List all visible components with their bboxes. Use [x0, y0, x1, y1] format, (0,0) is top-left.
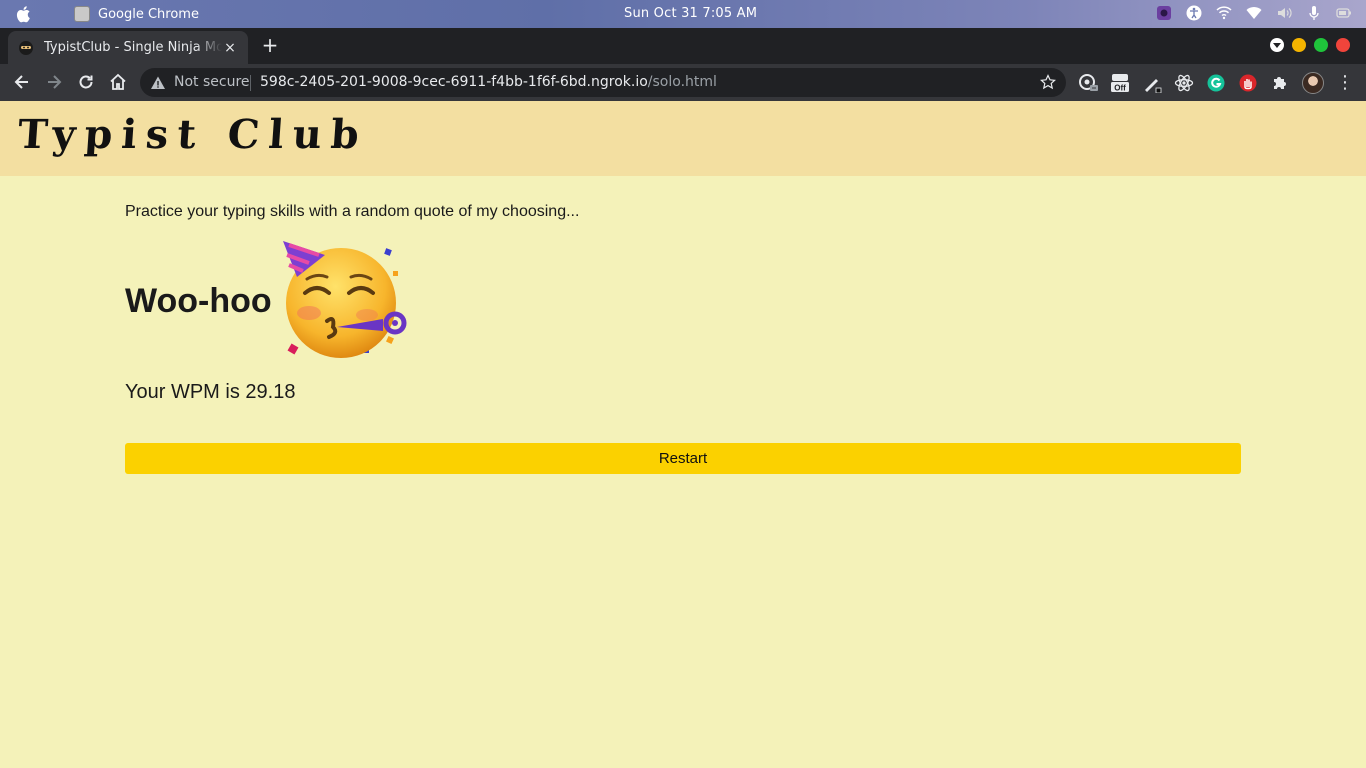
close-window-button[interactable] [1336, 38, 1350, 52]
pen-extension-icon[interactable] [1142, 73, 1162, 93]
result-heading-row: Woo-hoo [125, 241, 407, 361]
wifi-icon[interactable] [1246, 5, 1262, 21]
svg-text:Off: Off [1114, 84, 1126, 93]
blocker-hand-icon[interactable] [1238, 73, 1258, 93]
os-clock[interactable]: Sun Oct 31 7:05 AM [624, 6, 757, 21]
chrome-app-icon [74, 6, 90, 22]
grammarly-icon[interactable] [1206, 73, 1226, 93]
restart-button[interactable]: Restart [125, 443, 1241, 474]
profile-avatar[interactable] [1302, 72, 1324, 94]
ninja-favicon-icon [19, 40, 33, 55]
url-text[interactable]: 598c-2405-201-9008-9cec-6911-f4bb-1f6f-6… [260, 74, 717, 90]
os-active-app[interactable]: Google Chrome [74, 6, 199, 22]
screen-recorder-icon[interactable] [1156, 5, 1172, 21]
url-path: /solo.html [647, 74, 717, 90]
browser-toolbar: Not secure 598c-2405-201-9008-9cec-6911-… [0, 64, 1366, 101]
extensions-bar: Off ⋮ [1078, 72, 1354, 94]
extensions-puzzle-icon[interactable] [1270, 73, 1290, 93]
back-arrow-icon[interactable] [12, 72, 32, 92]
off-toggle-extension-icon[interactable]: Off [1110, 73, 1130, 93]
microphone-icon[interactable] [1306, 5, 1322, 21]
window-controls [1270, 38, 1350, 52]
tab-strip: TypistClub - Single Ninja Mode × + [0, 28, 1366, 64]
result-heading: Woo-hoo [125, 281, 272, 320]
minimize-button[interactable] [1292, 38, 1306, 52]
os-top-bar: Google Chrome Sun Oct 31 7:05 AM [0, 0, 1366, 28]
forward-arrow-icon[interactable] [44, 72, 64, 92]
chrome-menu-icon[interactable]: ⋮ [1336, 73, 1354, 93]
wpm-result: Your WPM is 29.18 [125, 381, 296, 403]
new-tab-button[interactable]: + [260, 35, 280, 55]
bookmark-star-icon[interactable] [1040, 74, 1056, 90]
battery-icon[interactable] [1336, 5, 1352, 21]
system-tray [1156, 5, 1352, 21]
tab-typistclub[interactable]: TypistClub - Single Ninja Mode × [8, 31, 248, 64]
tab-close-icon[interactable]: × [222, 40, 238, 56]
site-logo[interactable]: Typist Club [16, 111, 369, 158]
color-picker-extension-icon[interactable] [1078, 73, 1098, 93]
url-host: 598c-2405-201-9008-9cec-6911-f4bb-1f6f-6… [260, 74, 648, 90]
not-secure-label[interactable]: Not secure [174, 74, 250, 90]
omnibox-divider [250, 75, 251, 91]
tab-title: TypistClub - Single Ninja Mode [44, 40, 222, 55]
warning-icon[interactable] [150, 75, 166, 91]
reload-icon[interactable] [76, 72, 96, 92]
network-icon[interactable] [1216, 5, 1232, 21]
apple-logo-icon[interactable] [16, 5, 32, 23]
site-header: Typist Club [0, 101, 1366, 176]
page-viewport: Typist Club Practice your typing skills … [0, 101, 1366, 768]
tab-search-icon[interactable] [1270, 38, 1284, 52]
partying-face-icon [283, 241, 407, 358]
os-app-name: Google Chrome [98, 6, 199, 22]
main-content: Practice your typing skills with a rando… [125, 203, 1241, 474]
address-bar[interactable]: Not secure 598c-2405-201-9008-9cec-6911-… [140, 68, 1066, 97]
volume-icon[interactable] [1276, 5, 1292, 21]
accessibility-icon[interactable] [1186, 5, 1202, 21]
maximize-button[interactable] [1314, 38, 1328, 52]
home-icon[interactable] [108, 72, 128, 92]
tagline: Practice your typing skills with a rando… [125, 203, 580, 220]
react-devtools-icon[interactable] [1174, 73, 1194, 93]
